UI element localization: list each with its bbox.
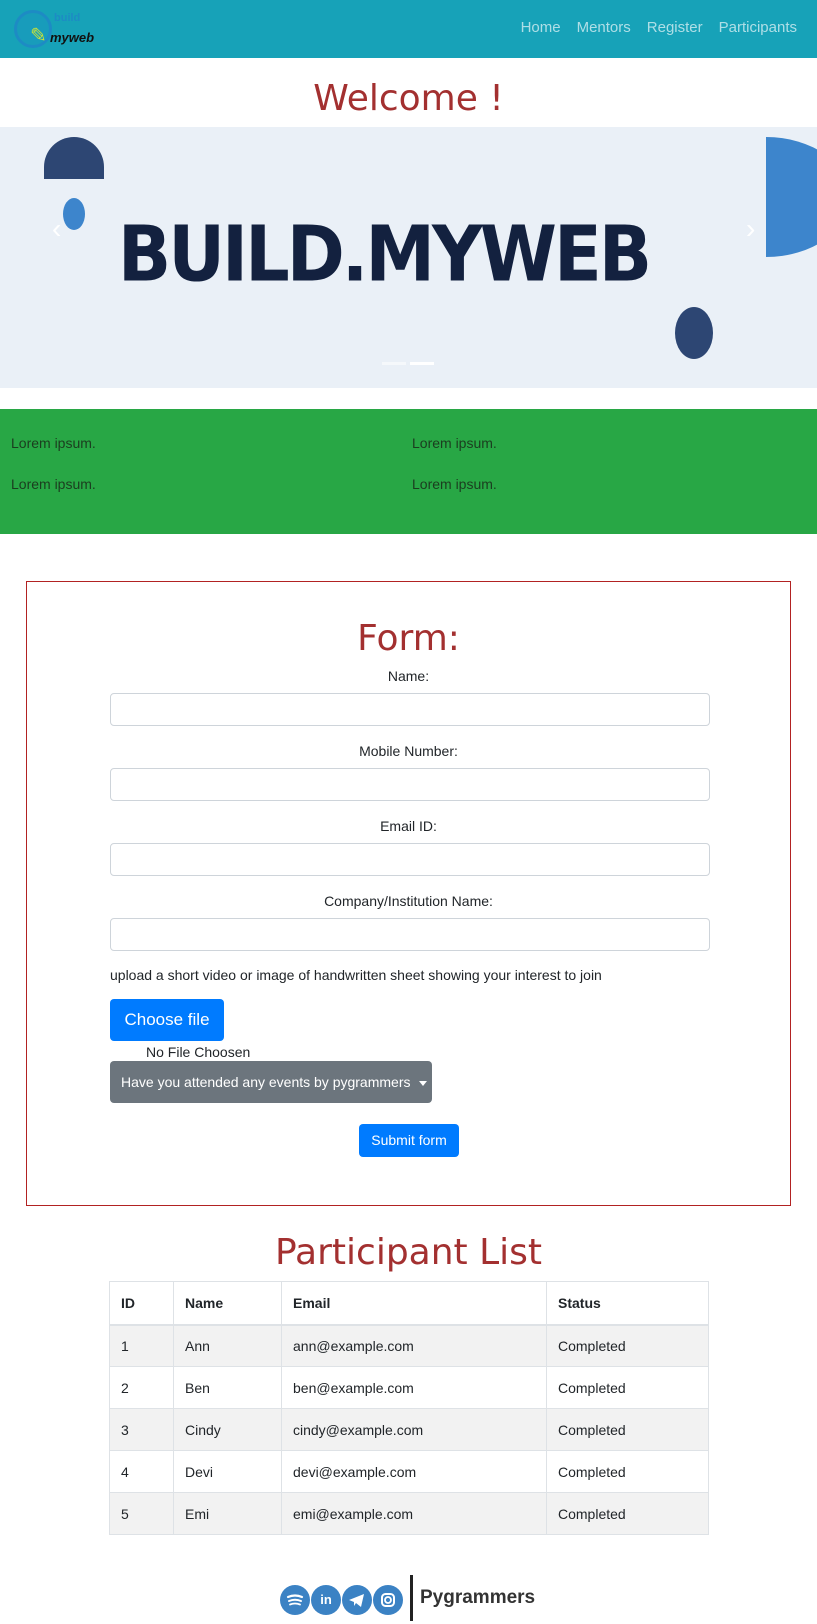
feature-text: Lorem ipsum.	[11, 476, 96, 492]
column-header: ID	[109, 1281, 174, 1326]
table-cell: Completed	[546, 1366, 709, 1409]
table-cell: 4	[109, 1450, 174, 1493]
navbar: ✎ build myweb Home Mentors Register Part…	[0, 0, 817, 58]
nav-link-home[interactable]: Home	[521, 19, 561, 36]
footer-divider	[410, 1575, 413, 1621]
table-cell: Completed	[546, 1324, 709, 1367]
column-header: Status	[546, 1281, 709, 1326]
telegram-icon[interactable]	[342, 1585, 372, 1615]
table-cell: Completed	[546, 1492, 709, 1535]
hero-carousel: BUILD.MYWEB ‹ ›	[0, 127, 817, 388]
carousel-indicator-2[interactable]	[410, 362, 434, 365]
decor-oval-bottom	[675, 307, 713, 359]
feature-text: Lorem ipsum.	[412, 435, 497, 451]
table-cell: Ann	[173, 1324, 282, 1367]
email-field[interactable]	[110, 843, 710, 876]
wrench-icon: ✎	[30, 25, 47, 47]
nav-link-register[interactable]: Register	[647, 19, 703, 36]
carousel-indicator-1[interactable]	[382, 362, 406, 365]
choose-file-button[interactable]: Choose file	[110, 999, 224, 1041]
feature-section: Lorem ipsum. Lorem ipsum. Lorem ipsum. L…	[0, 409, 817, 534]
company-label: Company/Institution Name:	[324, 893, 493, 909]
nav-link-participants[interactable]: Participants	[719, 19, 797, 36]
table-cell: Ben	[173, 1366, 282, 1409]
nav-links: Home Mentors Register Participants	[521, 19, 797, 36]
participant-table: ID Name Email Status 1 Ann ann@example.c…	[109, 1281, 709, 1535]
table-cell: ben@example.com	[281, 1366, 547, 1409]
logo-top-text: build	[54, 12, 81, 24]
welcome-heading: Welcome !	[313, 78, 504, 119]
table-row: 2 Ben ben@example.com Completed	[109, 1366, 709, 1409]
upload-instructions: upload a short video or image of handwri…	[110, 967, 602, 983]
decor-half-circle	[44, 137, 104, 179]
table-row: 1 Ann ann@example.com Completed	[109, 1324, 709, 1367]
registration-form: Form: Name: Mobile Number: Email ID: Com…	[26, 581, 791, 1206]
instagram-icon[interactable]	[373, 1585, 403, 1615]
decor-half-right	[766, 137, 817, 257]
table-row: 3 Cindy cindy@example.com Completed	[109, 1408, 709, 1451]
table-cell: Cindy	[173, 1408, 282, 1451]
dropdown-label: Have you attended any events by pygramme…	[121, 1074, 411, 1090]
table-cell: cindy@example.com	[281, 1408, 547, 1451]
chevron-left-icon[interactable]: ‹	[52, 213, 61, 245]
table-row: 4 Devi devi@example.com Completed	[109, 1450, 709, 1493]
chevron-right-icon[interactable]: ›	[746, 213, 755, 245]
column-header: Name	[173, 1281, 282, 1326]
table-cell: devi@example.com	[281, 1450, 547, 1493]
caret-down-icon	[418, 1080, 427, 1086]
name-field[interactable]	[110, 693, 710, 726]
feature-text: Lorem ipsum.	[412, 476, 497, 492]
file-status: No File Choosen	[146, 1044, 251, 1060]
table-cell: Devi	[173, 1450, 282, 1493]
feature-text: Lorem ipsum.	[11, 435, 96, 451]
column-header: Email	[281, 1281, 547, 1326]
table-row: 5 Emi emi@example.com Completed	[109, 1492, 709, 1535]
mobile-label: Mobile Number:	[359, 743, 458, 759]
table-cell: Completed	[546, 1408, 709, 1451]
table-cell: 5	[109, 1492, 174, 1535]
linkedin-icon[interactable]: in	[311, 1585, 341, 1615]
participant-list-title: Participant List	[274, 1232, 543, 1273]
table-cell: 1	[109, 1324, 174, 1367]
carousel-indicators	[382, 362, 434, 365]
events-dropdown[interactable]: Have you attended any events by pygramme…	[110, 1061, 432, 1103]
table-cell: Completed	[546, 1450, 709, 1493]
site-logo[interactable]: ✎ build myweb	[10, 6, 100, 52]
name-label: Name:	[387, 668, 430, 684]
table-cell: 2	[109, 1366, 174, 1409]
table-cell: 3	[109, 1408, 174, 1451]
form-title: Form:	[357, 618, 460, 659]
submit-button[interactable]: Submit form	[359, 1124, 459, 1157]
table-header-row: ID Name Email Status	[109, 1281, 709, 1326]
mobile-field[interactable]	[110, 768, 710, 801]
table-cell: ann@example.com	[281, 1324, 547, 1367]
email-label: Email ID:	[380, 818, 437, 834]
company-field[interactable]	[110, 918, 710, 951]
spotify-icon[interactable]	[280, 1585, 310, 1615]
table-cell: Emi	[173, 1492, 282, 1535]
footer: in Pygrammers	[280, 1575, 570, 1621]
nav-link-mentors[interactable]: Mentors	[577, 19, 631, 36]
footer-brand: Pygrammers	[420, 1587, 536, 1608]
table-cell: emi@example.com	[281, 1492, 547, 1535]
carousel-title: BUILD.MYWEB	[117, 208, 652, 300]
logo-text: myweb	[50, 30, 95, 45]
